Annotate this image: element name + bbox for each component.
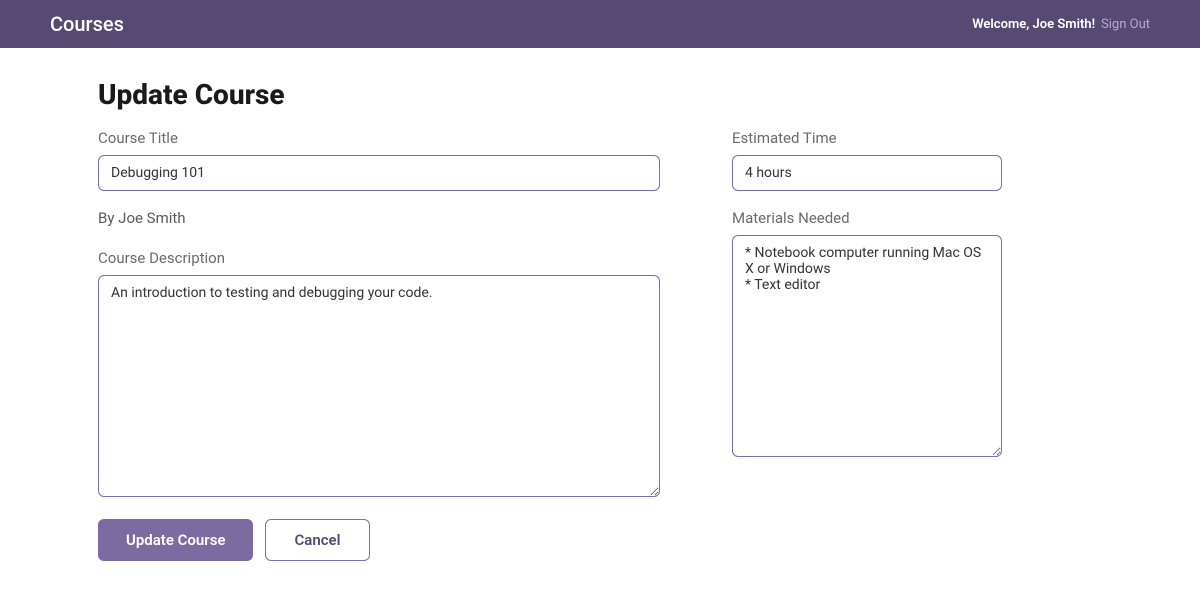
- course-byline: By Joe Smith: [98, 209, 660, 227]
- header-inner: Courses Welcome, Joe Smith! Sign Out: [50, 12, 1150, 36]
- main-container: Update Course Course Title By Joe Smith …: [50, 48, 1150, 591]
- materials-needed-field: Materials Needed: [732, 209, 1002, 461]
- course-title-label: Course Title: [98, 129, 660, 147]
- course-description-label: Course Description: [98, 249, 660, 267]
- form-right-column: Estimated Time Materials Needed: [732, 129, 1002, 461]
- course-description-textarea[interactable]: [98, 275, 660, 497]
- estimated-time-input[interactable]: [732, 155, 1002, 191]
- estimated-time-label: Estimated Time: [732, 129, 1002, 147]
- button-row: Update Course Cancel: [98, 519, 660, 561]
- estimated-time-field: Estimated Time: [732, 129, 1002, 191]
- header-right: Welcome, Joe Smith! Sign Out: [972, 17, 1150, 32]
- welcome-text: Welcome, Joe Smith!: [972, 17, 1095, 32]
- cancel-button[interactable]: Cancel: [265, 519, 369, 561]
- sign-out-link[interactable]: Sign Out: [1101, 17, 1150, 32]
- brand-link[interactable]: Courses: [50, 12, 124, 36]
- header-bar: Courses Welcome, Joe Smith! Sign Out: [0, 0, 1200, 48]
- form-left-column: Course Title By Joe Smith Course Descrip…: [98, 129, 660, 561]
- update-course-button[interactable]: Update Course: [98, 519, 253, 561]
- page-title: Update Course: [98, 78, 1102, 111]
- materials-needed-label: Materials Needed: [732, 209, 1002, 227]
- course-description-field: Course Description: [98, 249, 660, 501]
- materials-needed-textarea[interactable]: [732, 235, 1002, 457]
- course-title-input[interactable]: [98, 155, 660, 191]
- form-row: Course Title By Joe Smith Course Descrip…: [98, 129, 1102, 561]
- course-title-field: Course Title: [98, 129, 660, 191]
